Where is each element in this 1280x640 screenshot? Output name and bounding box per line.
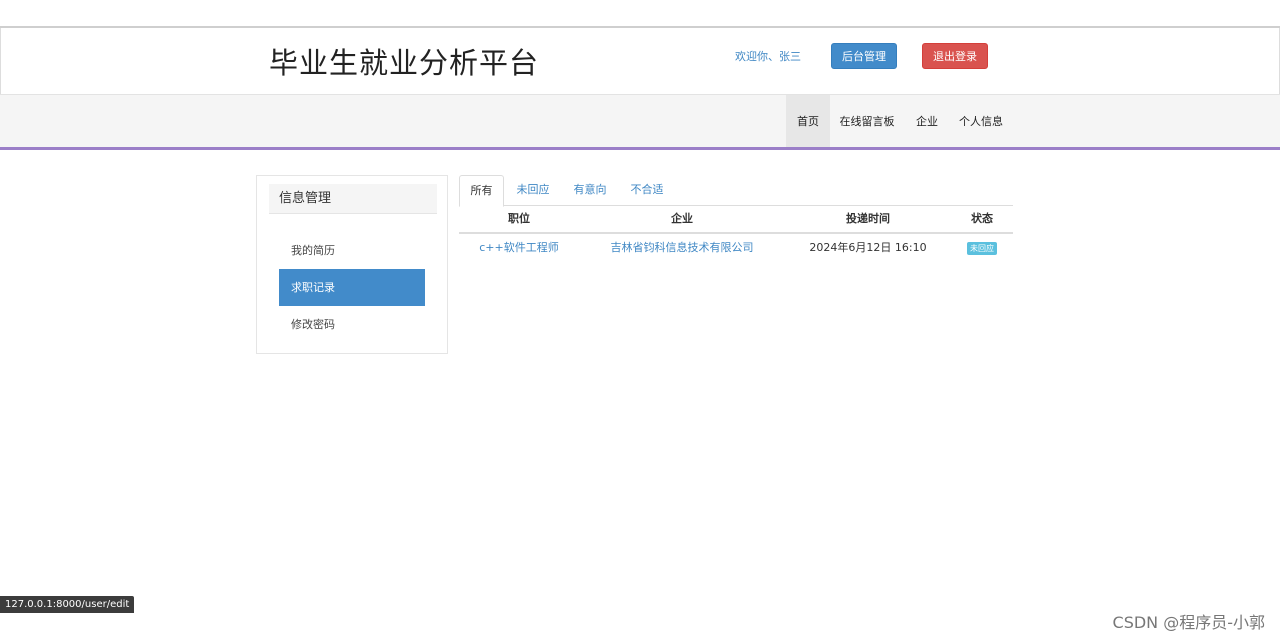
watermark-text: CSDN @程序员-小郭 [1112,613,1265,632]
nav-accent-bar [0,147,1280,150]
tab-unsuitable[interactable]: 不合适 [625,175,669,206]
admin-button[interactable]: 后台管理 [831,43,897,69]
cell-time: 2024年6月12日 16:10 [809,241,927,254]
nav-item-company[interactable]: 企业 [908,95,946,148]
welcome-text: 欢迎你、张三 [735,50,801,63]
tab-no-response[interactable]: 未回应 [511,175,555,206]
applications-table: 职位 企业 投递时间 状态 c++软件工程师 吉林省钧科信息技术有限公司 202… [459,206,1013,262]
status-badge: 未回应 [967,241,997,255]
table-row: c++软件工程师 吉林省钧科信息技术有限公司 2024年6月12日 16:10 … [459,234,1013,262]
cell-position-link[interactable]: c++软件工程师 [459,234,579,262]
browser-status-url: 127.0.0.1:8000/user/edit [0,596,135,613]
nav-item-profile[interactable]: 个人信息 [952,95,1010,148]
cell-status: 未回应 [951,234,1013,262]
logout-button[interactable]: 退出登录 [922,43,988,69]
tab-interested[interactable]: 有意向 [568,175,612,206]
table-header: 职位 企业 投递时间 状态 [459,206,1013,234]
cell-company-link[interactable]: 吉林省钧科信息技术有限公司 [579,234,785,262]
header-time: 投递时间 [846,212,890,225]
status-tabs: 所有 未回应 有意向 不合适 [459,175,1013,207]
site-title: 毕业生就业分析平台 [269,46,540,80]
sidebar-item-resume[interactable]: 我的简历 [279,232,425,269]
sidebar-panel: 信息管理 我的简历 求职记录 修改密码 [256,175,448,354]
sidebar-item-job-records[interactable]: 求职记录 [279,269,425,306]
header-position: 职位 [508,212,530,225]
sidebar-heading: 信息管理 [269,184,437,214]
sidebar-item-change-password[interactable]: 修改密码 [279,306,425,343]
header-status: 状态 [971,212,993,225]
nav-item-home[interactable]: 首页 [786,95,830,148]
tab-all[interactable]: 所有 [459,175,504,207]
nav-item-message-board[interactable]: 在线留言板 [834,95,900,148]
site-header: 毕业生就业分析平台 欢迎你、张三 后台管理 退出登录 [0,28,1280,94]
header-company: 企业 [671,212,693,225]
main-navbar: 首页 在线留言板 企业 个人信息 [0,94,1280,148]
